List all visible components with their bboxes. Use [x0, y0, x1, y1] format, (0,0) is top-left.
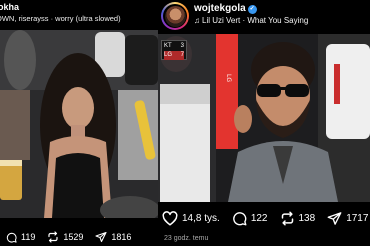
repost-icon — [48, 231, 58, 243]
comment-icon — [6, 232, 17, 243]
scoreboard-team1: KT — [164, 43, 172, 49]
post-timestamp: 23 godz. temu — [164, 235, 209, 242]
left-repost-button[interactable]: 1529 — [47, 231, 83, 243]
left-share-count: 1816 — [111, 232, 132, 242]
right-username-row[interactable]: wojtekgola ✓ — [194, 3, 257, 14]
left-action-bar: 119 1529 1816 — [0, 226, 158, 246]
left-repost-count: 1529 — [63, 232, 84, 242]
scoreboard-score1: 3 — [180, 43, 184, 49]
right-comment-button[interactable]: 122 — [232, 211, 268, 226]
left-post-image[interactable] — [0, 30, 158, 218]
right-post-header: wojtekgola ✓ ♫ Lil Uzi Vert · What You Say… — [158, 0, 370, 32]
avatar[interactable] — [161, 2, 189, 30]
right-action-bar: 14,8 tys. 122 138 1717 — [158, 207, 370, 229]
like-button[interactable]: 14,8 tys. — [162, 210, 220, 226]
scoreboard: KT 3 LG 7 — [161, 40, 187, 60]
right-comment-count: 122 — [250, 212, 268, 224]
svg-text:LG: LG — [225, 74, 232, 82]
scoreboard-score2: 7 — [180, 52, 184, 58]
left-share-button[interactable]: 1816 — [95, 231, 131, 243]
left-audio-track[interactable]: OWN, riserayss · worry (ultra slowed) — [0, 14, 121, 23]
stadium-man-photo: LG — [158, 34, 370, 202]
left-comment-button[interactable]: 119 — [6, 232, 35, 243]
share-icon — [327, 211, 342, 225]
share-icon — [95, 231, 107, 243]
left-post: okha OWN, riserayss · worry (ultra slowe… — [0, 0, 158, 246]
scoreboard-team2: LG — [164, 52, 173, 58]
right-repost-button[interactable]: 138 — [280, 211, 316, 226]
left-username[interactable]: okha — [0, 2, 19, 12]
right-audio-label: Lil Uzi Vert · What You Saying — [202, 16, 309, 25]
music-note-icon: ♫ — [194, 16, 200, 25]
heart-icon — [162, 210, 178, 226]
comment-icon — [232, 211, 247, 225]
right-username[interactable]: wojtekgola — [194, 3, 246, 14]
right-share-button[interactable]: 1717 — [327, 211, 368, 226]
right-share-count: 1717 — [346, 212, 369, 224]
right-post-image[interactable]: LG — [158, 34, 370, 202]
like-count: 14,8 tys. — [182, 212, 220, 224]
right-repost-count: 138 — [298, 212, 316, 224]
right-audio-track[interactable]: ♫ Lil Uzi Vert · What You Saying — [194, 16, 308, 25]
left-comment-count: 119 — [21, 232, 36, 242]
repost-icon — [281, 211, 293, 225]
stadium-fan-photo — [0, 30, 158, 218]
verified-badge-icon: ✓ — [247, 5, 257, 14]
right-post: wojtekgola ✓ ♫ Lil Uzi Vert · What You Say… — [158, 0, 370, 246]
left-post-header: okha OWN, riserayss · worry (ultra slowe… — [0, 0, 158, 28]
